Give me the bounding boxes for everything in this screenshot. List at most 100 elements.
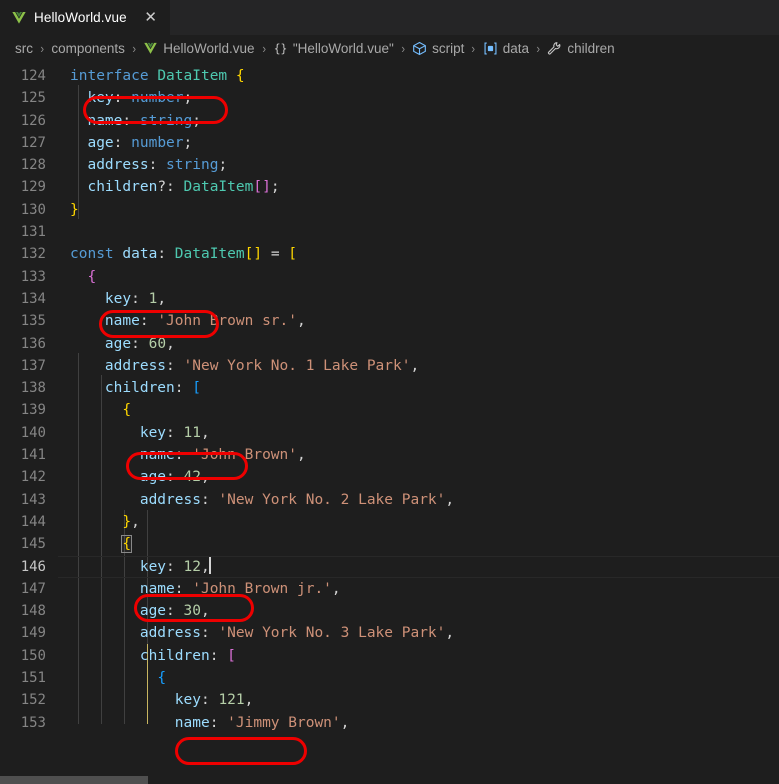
text-cursor <box>208 556 211 574</box>
code-line[interactable]: 129 children?: DataItem[]; <box>0 176 779 198</box>
line-content: age: 42, <box>139 469 210 486</box>
chevron-right-icon: › <box>536 41 541 56</box>
chevron-right-icon: › <box>471 41 476 56</box>
line-number: 137 <box>20 357 46 374</box>
line-number: 145 <box>20 536 46 553</box>
line-number: 136 <box>20 335 46 352</box>
line-number: 124 <box>20 68 46 84</box>
line-number: 146 <box>20 558 46 575</box>
breadcrumb-item-data[interactable]: data <box>481 40 531 57</box>
line-number: 126 <box>20 112 46 129</box>
line-number: 133 <box>20 268 46 285</box>
code-line[interactable]: 148 age: 30, <box>0 600 779 622</box>
line-number: 152 <box>20 692 46 709</box>
line-content: address: 'New York No. 3 Lake Park', <box>139 625 455 642</box>
code-line[interactable]: 125 key: number; <box>0 87 779 109</box>
code-line[interactable]: 140 key: 11, <box>0 422 779 444</box>
line-content: name: string; <box>87 112 201 129</box>
code-line[interactable]: 153 name: 'Jimmy Brown', <box>0 712 779 734</box>
line-content: } <box>70 201 79 218</box>
wrench-field-icon <box>547 41 562 56</box>
breadcrumb-label: src <box>15 41 33 56</box>
line-number: 148 <box>20 603 46 620</box>
code-line[interactable]: 145 { <box>0 533 779 555</box>
code-line[interactable]: 127 age: number; <box>0 132 779 154</box>
line-content: const data: DataItem[] = [ <box>70 246 298 263</box>
breadcrumb-item-components[interactable]: components <box>49 40 127 57</box>
code-line[interactable]: 150 children: [ <box>0 645 779 667</box>
code-line[interactable]: 128 address: string; <box>0 154 779 176</box>
close-icon[interactable]: ✕ <box>142 9 160 27</box>
vscode-window: HelloWorld.vue ✕ src › components › Hell… <box>0 0 779 784</box>
chevron-right-icon: › <box>40 41 45 56</box>
line-number: 142 <box>20 469 46 486</box>
breadcrumb-item-src[interactable]: src <box>13 40 35 57</box>
code-line[interactable]: 136 age: 60, <box>0 333 779 355</box>
code-line[interactable]: 143 address: 'New York No. 2 Lake Park', <box>0 489 779 511</box>
line-number: 130 <box>20 201 46 218</box>
code-line[interactable]: 142 age: 42, <box>0 466 779 488</box>
breadcrumb-item-module-root[interactable]: {} "HelloWorld.vue" <box>271 40 396 57</box>
line-content: key: 11, <box>139 424 210 441</box>
code-line[interactable]: 135 name: 'John Brown sr.', <box>0 310 779 332</box>
line-content: address: 'New York No. 2 Lake Park', <box>139 491 455 508</box>
scrollbar-thumb[interactable] <box>0 776 148 784</box>
editor-tab-bar: HelloWorld.vue ✕ <box>0 0 779 35</box>
code-line[interactable]: 152 key: 121, <box>0 689 779 711</box>
module-cube-icon <box>412 41 427 56</box>
code-line[interactable]: 149 address: 'New York No. 3 Lake Park', <box>0 622 779 644</box>
code-line[interactable]: 144 }, <box>0 511 779 533</box>
code-line[interactable]: 134 key: 1, <box>0 288 779 310</box>
breadcrumb: src › components › HelloWorld.vue › {} "… <box>0 35 779 62</box>
code-line[interactable]: 151 { <box>0 667 779 689</box>
breadcrumb-label: "HelloWorld.vue" <box>292 41 394 56</box>
breadcrumb-item-helloworld-vue[interactable]: HelloWorld.vue <box>141 40 256 57</box>
braces-icon: {} <box>273 41 288 56</box>
code-line[interactable]: 131 <box>0 221 779 243</box>
code-line[interactable]: 139 { <box>0 399 779 421</box>
horizontal-scrollbar[interactable] <box>0 774 779 784</box>
code-line[interactable]: 126 name: string; <box>0 110 779 132</box>
line-content: key: 1, <box>104 290 167 307</box>
breadcrumb-label: data <box>502 41 529 56</box>
code-line[interactable]: 132 const data: DataItem[] = [ <box>0 243 779 265</box>
code-line[interactable]: 130 } <box>0 199 779 221</box>
code-line[interactable]: 124 interface DataItem { <box>0 65 779 87</box>
chevron-right-icon: › <box>132 41 136 56</box>
line-content: { <box>122 402 132 419</box>
vue-file-icon <box>143 41 158 56</box>
line-content: name: 'John Brown jr.', <box>139 580 341 597</box>
code-line[interactable]: 133 { <box>0 266 779 288</box>
breadcrumb-label: components <box>51 41 125 56</box>
line-number: 143 <box>20 491 46 508</box>
code-editor[interactable]: 124 interface DataItem { 125 key: number… <box>0 62 779 784</box>
line-content: age: 60, <box>104 335 175 352</box>
line-number: 149 <box>20 625 46 642</box>
code-line-active[interactable]: 146 key: 12, <box>0 555 779 578</box>
code-line[interactable]: 141 name: 'John Brown', <box>0 444 779 466</box>
line-number: 129 <box>20 179 46 196</box>
line-number: 140 <box>20 424 46 441</box>
line-number: 125 <box>20 90 46 107</box>
line-number: 150 <box>20 647 46 664</box>
tab-helloworld-vue[interactable]: HelloWorld.vue ✕ <box>0 0 170 35</box>
tab-label: HelloWorld.vue <box>34 10 127 25</box>
line-number: 127 <box>20 134 46 151</box>
code-line[interactable]: 147 name: 'John Brown jr.', <box>0 578 779 600</box>
code-line[interactable]: 138 children: [ <box>0 377 779 399</box>
line-content: name: 'John Brown', <box>139 447 306 464</box>
variable-box-icon <box>483 41 498 56</box>
line-content: { <box>87 268 97 285</box>
chevron-right-icon: › <box>401 41 405 56</box>
line-content: age: 30, <box>139 603 210 620</box>
line-number: 151 <box>20 670 46 687</box>
line-content: children: [ <box>104 380 201 397</box>
line-number: 134 <box>20 290 46 307</box>
breadcrumb-item-script[interactable]: script <box>410 40 466 57</box>
line-number: 147 <box>20 580 46 597</box>
code-line[interactable]: 137 address: 'New York No. 1 Lake Park', <box>0 355 779 377</box>
line-number: 131 <box>20 224 46 241</box>
breadcrumb-item-children[interactable]: children <box>545 40 616 57</box>
code-lines: 124 interface DataItem { 125 key: number… <box>0 62 779 734</box>
line-number: 135 <box>20 313 46 330</box>
